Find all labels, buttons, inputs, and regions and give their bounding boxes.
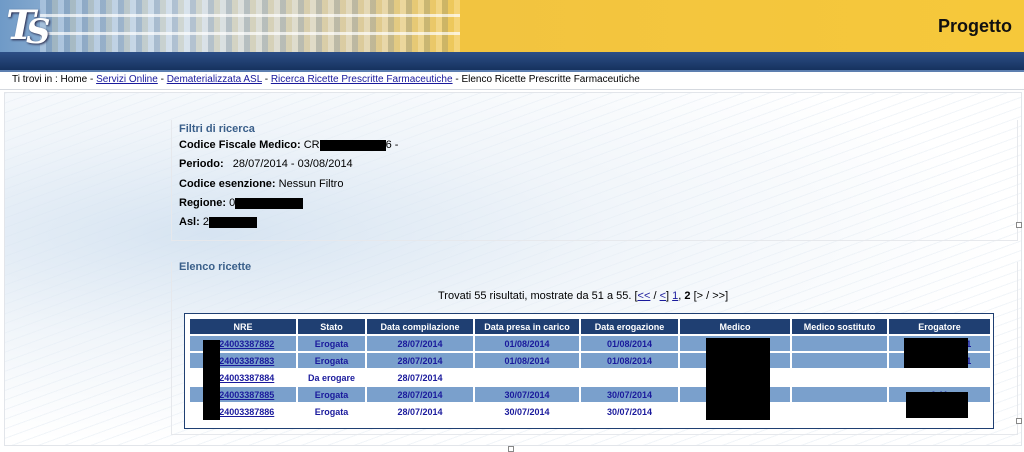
column-header-data-erogazione[interactable]: Data erogazione bbox=[581, 319, 678, 334]
erogazione-cell: 01/08/2014 bbox=[581, 336, 678, 351]
sostituto-cell bbox=[792, 404, 887, 419]
stato-cell: Erogata bbox=[298, 336, 365, 351]
compilazione-cell: 28/07/2014 bbox=[367, 387, 473, 402]
header-band-line bbox=[0, 70, 1024, 72]
filters-title: Filtri di ricerca bbox=[179, 123, 255, 135]
breadcrumb-dematerializzata-asl[interactable]: Dematerializzata ASL bbox=[167, 74, 262, 85]
resize-handle[interactable] bbox=[1016, 222, 1022, 228]
breadcrumb-ricerca-ricette[interactable]: Ricerca Ricette Prescritte Farmaceutiche bbox=[271, 74, 453, 85]
presa-cell: 30/07/2014 bbox=[475, 387, 579, 402]
resize-handle[interactable] bbox=[508, 446, 514, 452]
periodo-value: 28/07/2014 - 03/08/2014 bbox=[232, 158, 353, 170]
table-header-row: NRE Stato Data compilazione Data presa i… bbox=[190, 319, 990, 334]
pager-slash: / bbox=[650, 290, 660, 302]
redaction-mark bbox=[235, 197, 304, 209]
cf-value-end: 6 - bbox=[385, 139, 399, 151]
sostituto-cell bbox=[792, 387, 887, 402]
filter-periodo: Periodo: 28/07/2014 - 03/08/2014 bbox=[179, 158, 353, 170]
results-table: NRE Stato Data compilazione Data presa i… bbox=[188, 317, 992, 421]
column-header-data-presa[interactable]: Data presa in carico bbox=[475, 319, 579, 334]
esenzione-label: Codice esenzione: bbox=[179, 178, 276, 190]
cf-value-start: CR bbox=[303, 139, 320, 151]
nre-link[interactable]: 0 24003387886 bbox=[212, 407, 275, 417]
column-header-erogatore[interactable]: Erogatore bbox=[889, 319, 990, 334]
divider bbox=[0, 89, 1024, 90]
erogazione-cell: 30/07/2014 bbox=[581, 387, 678, 402]
compilazione-cell: 28/07/2014 bbox=[367, 370, 473, 385]
table-row: 0 24003387885 Erogata 28/07/2014 30/07/2… bbox=[190, 387, 990, 402]
column-header-data-compilazione[interactable]: Data compilazione bbox=[367, 319, 473, 334]
redaction-mark bbox=[706, 338, 770, 420]
site-banner: TS Progetto bbox=[0, 0, 1024, 52]
filter-codice-fiscale: Codice Fiscale Medico: CR 6 - bbox=[179, 139, 398, 151]
stato-cell: Erogata bbox=[298, 387, 365, 402]
nre-link[interactable]: 0 24003387883 bbox=[212, 356, 275, 366]
filter-esenzione: Codice esenzione: Nessun Filtro bbox=[179, 178, 343, 190]
header-band bbox=[0, 52, 1024, 70]
nre-link[interactable]: 0 24003387885 bbox=[212, 390, 275, 400]
pagination: Trovati 55 risultati, mostrate da 51 a 5… bbox=[438, 290, 728, 302]
banner-photo bbox=[40, 0, 460, 52]
redaction-mark bbox=[906, 392, 968, 418]
erogazione-cell bbox=[581, 370, 678, 385]
periodo-label: Periodo: bbox=[179, 158, 224, 170]
column-header-nre[interactable]: NRE bbox=[190, 319, 296, 334]
pager-first-link[interactable]: << bbox=[638, 290, 651, 302]
filter-asl: Asl: 2 bbox=[179, 216, 257, 228]
pager-next-disabled: [> / >>] bbox=[690, 290, 729, 302]
nre-link[interactable]: 0 24003387882 bbox=[212, 339, 275, 349]
banner-shelf bbox=[40, 14, 460, 17]
compilazione-cell: 28/07/2014 bbox=[367, 336, 473, 351]
stato-cell: Erogata bbox=[298, 353, 365, 368]
cf-label: Codice Fiscale Medico: bbox=[179, 139, 301, 151]
compilazione-cell: 28/07/2014 bbox=[367, 404, 473, 419]
breadcrumb-sep: - bbox=[157, 74, 167, 85]
table-row: 0 24003387886 Erogata 28/07/2014 30/07/2… bbox=[190, 404, 990, 419]
banner-shelf bbox=[40, 32, 460, 35]
sostituto-cell bbox=[792, 370, 887, 385]
esenzione-value: Nessun Filtro bbox=[278, 178, 344, 190]
redaction-mark bbox=[904, 338, 968, 368]
presa-cell: 01/08/2014 bbox=[475, 336, 579, 351]
erogatore-cell bbox=[889, 370, 990, 385]
redaction-mark bbox=[319, 139, 386, 151]
stato-cell: Erogata bbox=[298, 404, 365, 419]
breadcrumb-sep: - bbox=[261, 74, 271, 85]
breadcrumb-current: Elenco Ricette Prescritte Farmaceutiche bbox=[461, 74, 640, 85]
column-header-medico-sostituto[interactable]: Medico sostituto bbox=[792, 319, 887, 334]
results-count: Trovati 55 risultati, mostrate da 51 a 5… bbox=[438, 290, 632, 302]
breadcrumb-prefix: Ti trovi in : Home - bbox=[12, 74, 97, 85]
regione-label: Regione: bbox=[179, 197, 227, 209]
erogazione-cell: 30/07/2014 bbox=[581, 404, 678, 419]
sostituto-cell bbox=[792, 336, 887, 351]
erogazione-cell: 01/08/2014 bbox=[581, 353, 678, 368]
ts-logo-icon[interactable]: TS bbox=[4, 2, 52, 52]
table-row: 0 24003387884 Da erogare 28/07/2014 CRT … bbox=[190, 370, 990, 385]
table-row: 0 24003387882 Erogata 28/07/2014 01/08/2… bbox=[190, 336, 990, 351]
column-header-medico[interactable]: Medico bbox=[680, 319, 790, 334]
column-header-stato[interactable]: Stato bbox=[298, 319, 365, 334]
redaction-mark bbox=[203, 340, 220, 420]
sostituto-cell bbox=[792, 353, 887, 368]
breadcrumb-servizi-online[interactable]: Servizi Online bbox=[96, 74, 158, 85]
resize-handle[interactable] bbox=[1016, 418, 1022, 424]
presa-cell: 01/08/2014 bbox=[475, 353, 579, 368]
results-table-frame: NRE Stato Data compilazione Data presa i… bbox=[184, 313, 994, 429]
asl-label: Asl: bbox=[179, 216, 200, 228]
redaction-mark bbox=[208, 216, 257, 228]
compilazione-cell: 28/07/2014 bbox=[367, 353, 473, 368]
presa-cell: 30/07/2014 bbox=[475, 404, 579, 419]
stato-cell: Da erogare bbox=[298, 370, 365, 385]
filter-regione: Regione: 0 bbox=[179, 197, 304, 209]
breadcrumb: Ti trovi in : Home - Servizi Online - De… bbox=[12, 74, 640, 85]
nre-link[interactable]: 0 24003387884 bbox=[212, 373, 275, 383]
table-row: 0 24003387883 Erogata 28/07/2014 01/08/2… bbox=[190, 353, 990, 368]
page-header-title: Progetto bbox=[938, 16, 1012, 36]
results-title: Elenco ricette bbox=[179, 261, 252, 273]
presa-cell bbox=[475, 370, 579, 385]
